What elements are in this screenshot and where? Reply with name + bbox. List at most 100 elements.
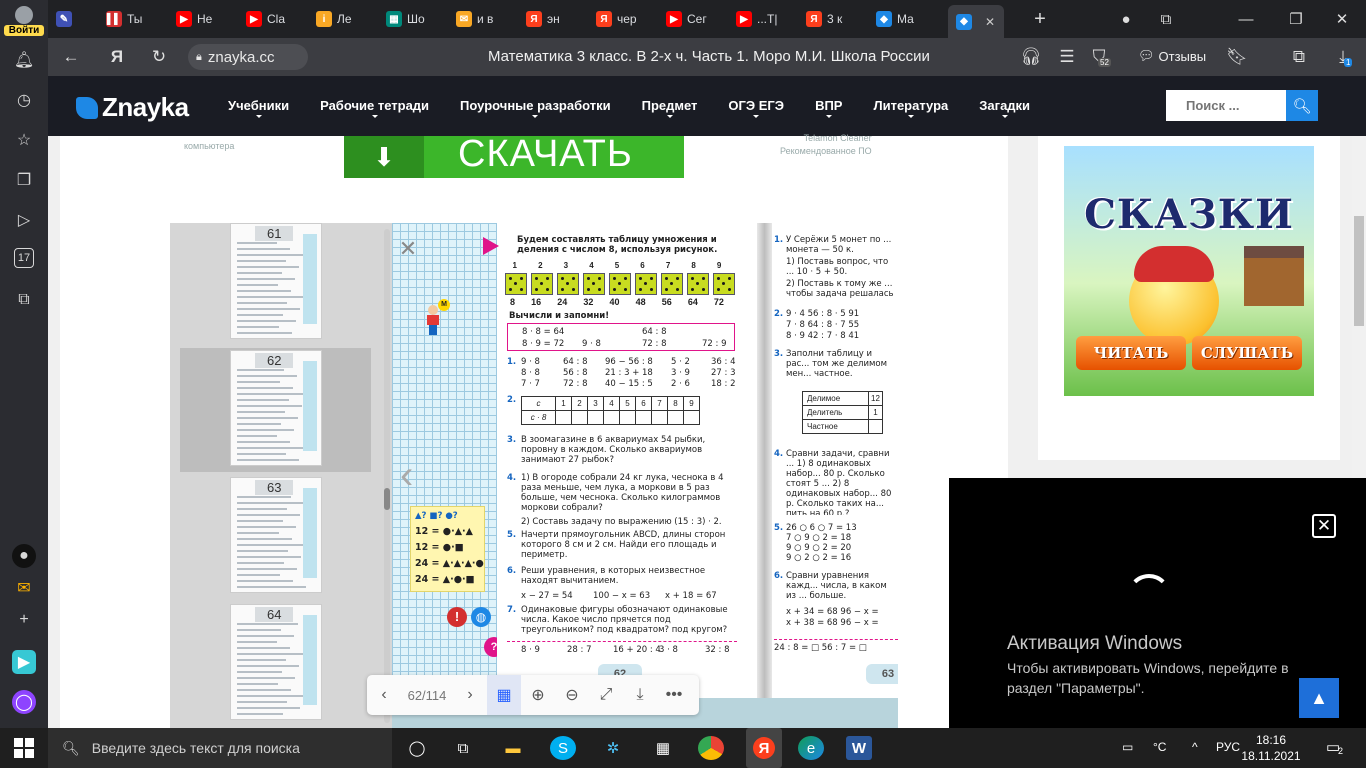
tab-12[interactable]: ◆ Ма bbox=[868, 5, 934, 33]
tab-9[interactable]: ▶ Сег bbox=[658, 5, 724, 33]
menu-item-7[interactable]: Литература bbox=[873, 98, 948, 118]
collections-icon[interactable]: ❐ bbox=[12, 168, 36, 192]
fullscreen-icon[interactable]: ⤢ bbox=[589, 675, 623, 715]
menu-item-3[interactable]: Поурочные разработки bbox=[460, 98, 611, 118]
tray-chevron-icon[interactable]: ^ bbox=[1192, 740, 1198, 754]
back-icon[interactable]: ← bbox=[60, 46, 82, 68]
tab-6[interactable]: ✉ и в bbox=[448, 5, 514, 33]
network-app-icon[interactable]: ✲ bbox=[600, 736, 626, 760]
fairy-tales-banner[interactable]: СКАЗКИ ЧИТАТЬ СЛУШАТЬ bbox=[1064, 146, 1314, 396]
calculator-icon[interactable]: ▦ bbox=[650, 736, 676, 760]
listen-button[interactable]: СЛУШАТЬ bbox=[1192, 336, 1302, 370]
page-scroll-thumb[interactable] bbox=[1354, 216, 1364, 326]
yandex-browser-icon[interactable]: Я bbox=[746, 728, 782, 768]
page-thumbnail[interactable]: 63 bbox=[230, 477, 322, 593]
ad-download-button[interactable]: ⬇ СКАЧАТЬ bbox=[344, 133, 684, 178]
messenger-icon[interactable]: ▶ bbox=[12, 650, 36, 674]
weather-temp[interactable]: °C bbox=[1153, 740, 1166, 754]
page-number-input[interactable] bbox=[401, 675, 453, 715]
play-icon[interactable]: ▷ bbox=[12, 208, 36, 232]
calendar-icon[interactable]: 17 bbox=[14, 248, 34, 268]
tab-close-icon[interactable]: ✕ bbox=[985, 15, 995, 29]
edge-icon[interactable]: e bbox=[798, 736, 824, 760]
url-field[interactable]: 🔒︎ znayka.cc bbox=[188, 44, 308, 70]
yandex-icon[interactable]: Я bbox=[106, 46, 128, 68]
page-thumbnail[interactable]: 64 bbox=[230, 604, 322, 720]
add-panel-icon[interactable]: + bbox=[12, 608, 36, 632]
reviews-button[interactable]: 💬︎ Отзывы bbox=[1138, 44, 1206, 68]
file-explorer-icon[interactable]: ▬ bbox=[500, 736, 526, 760]
task-view-icon[interactable]: ⧉ bbox=[450, 736, 476, 760]
tab-0[interactable]: ✎ bbox=[48, 5, 98, 33]
tab-2[interactable]: ▶ Не bbox=[168, 5, 234, 33]
menu-item-8[interactable]: Загадки bbox=[979, 98, 1030, 118]
mail-icon[interactable]: ✉ bbox=[12, 576, 36, 600]
next-page-icon[interactable]: › bbox=[453, 675, 487, 715]
weather-icon[interactable]: ▭ bbox=[1122, 740, 1133, 754]
menu-item-2[interactable]: Рабочие тетради bbox=[320, 98, 429, 118]
skype-icon[interactable]: S bbox=[550, 736, 576, 760]
notifications-icon[interactable]: ▭ 2 bbox=[1326, 738, 1343, 756]
cortana-icon[interactable]: ◯ bbox=[404, 736, 430, 760]
alice-icon[interactable]: ◯ bbox=[12, 690, 36, 714]
login-label[interactable]: Войти bbox=[4, 25, 44, 36]
clock[interactable]: 18:16 18.11.2021 bbox=[1236, 732, 1306, 764]
protect-icon[interactable]: ⛉ 52 bbox=[1088, 46, 1111, 68]
reader-mode-icon[interactable]: ☰ bbox=[1056, 46, 1078, 68]
chrome-icon[interactable] bbox=[698, 736, 724, 760]
save-download-icon[interactable]: ⤓ bbox=[623, 675, 657, 715]
tab-10[interactable]: ▶ ...Т| bbox=[728, 5, 794, 33]
read-button[interactable]: ЧИТАТЬ bbox=[1076, 336, 1186, 370]
windows-start-icon[interactable] bbox=[14, 738, 34, 758]
prev-page-icon[interactable]: ‹ bbox=[367, 675, 401, 715]
page-thumbnail[interactable]: 61 bbox=[230, 223, 322, 339]
page-thumbnail[interactable]: 62 bbox=[230, 350, 322, 466]
taskbar-search[interactable]: 🔍︎ Введите здесь текст для поиска bbox=[48, 728, 392, 768]
more-icon[interactable]: ••• bbox=[657, 675, 691, 715]
alice-status-icon[interactable]: ● bbox=[12, 544, 36, 568]
site-logo[interactable]: Znayka bbox=[76, 92, 189, 123]
viewer-close-icon[interactable]: ✕ bbox=[396, 236, 420, 261]
grid-view-icon[interactable]: ▦ bbox=[487, 675, 521, 715]
extensions-icon[interactable]: ⧉ bbox=[1288, 46, 1310, 68]
tab-4[interactable]: i Ле bbox=[308, 5, 374, 33]
history-icon[interactable]: ◷ bbox=[12, 88, 36, 112]
tab-label: чер bbox=[617, 12, 637, 26]
scroll-to-top-button[interactable]: ▲ bbox=[1299, 678, 1339, 718]
tab-1[interactable]: ▌▌ Ты bbox=[98, 5, 164, 33]
tab-8[interactable]: Ячер bbox=[588, 5, 654, 33]
site-search-input[interactable] bbox=[1166, 90, 1286, 121]
profile-icon[interactable]: ● bbox=[1114, 8, 1138, 30]
thumbnail-page-number: 61 bbox=[255, 226, 294, 241]
menu-item-1[interactable]: Учебники bbox=[228, 98, 289, 118]
tab-5[interactable]: ▦ Шо bbox=[378, 5, 444, 33]
window-close-icon[interactable]: ✕ bbox=[1330, 8, 1354, 30]
tab-11[interactable]: Я 3 к bbox=[798, 5, 864, 33]
reload-icon[interactable]: ↻ bbox=[148, 46, 170, 68]
collections-tab-icon[interactable]: ⧉ bbox=[1154, 8, 1178, 30]
screenshot-icon[interactable]: ⧉ bbox=[12, 288, 36, 312]
tab-active[interactable]: ◆ ✕ bbox=[948, 5, 1004, 38]
bell-icon[interactable]: 🔔︎ bbox=[12, 48, 36, 72]
new-tab-icon[interactable]: + bbox=[1028, 8, 1052, 30]
download-icon[interactable]: ⤓ 1 bbox=[1332, 46, 1354, 68]
menu-item-6[interactable]: ВПР bbox=[815, 98, 842, 118]
word-icon[interactable]: W bbox=[846, 736, 872, 760]
restore-icon[interactable]: ❐ bbox=[1284, 8, 1308, 30]
menu-item-4[interactable]: Предмет bbox=[642, 98, 697, 118]
bookmark-icon[interactable]: 🔖︎ bbox=[1226, 46, 1248, 68]
thumbnail-scrollbar[interactable] bbox=[384, 229, 390, 723]
minimize-icon[interactable]: — bbox=[1234, 8, 1258, 30]
prev-page-arrow-icon[interactable]: ‹ bbox=[400, 453, 413, 498]
thumbnail-scroll-thumb[interactable] bbox=[384, 488, 390, 510]
zoom-in-icon[interactable]: ⊕ bbox=[521, 675, 555, 715]
zoom-out-icon[interactable]: ⊖ bbox=[555, 675, 589, 715]
profile-avatar[interactable]: Войти bbox=[4, 6, 44, 36]
video-close-icon[interactable]: ✕ bbox=[1312, 514, 1336, 538]
menu-item-5[interactable]: ОГЭ ЕГЭ bbox=[728, 98, 784, 118]
headphones-icon[interactable]: 🎧︎ bbox=[1020, 46, 1042, 68]
star-icon[interactable]: ☆ bbox=[12, 128, 36, 152]
tab-7[interactable]: Яэн bbox=[518, 5, 584, 33]
tab-3[interactable]: ▶ Cla bbox=[238, 5, 304, 33]
search-button[interactable]: 🔍︎ bbox=[1286, 90, 1318, 121]
